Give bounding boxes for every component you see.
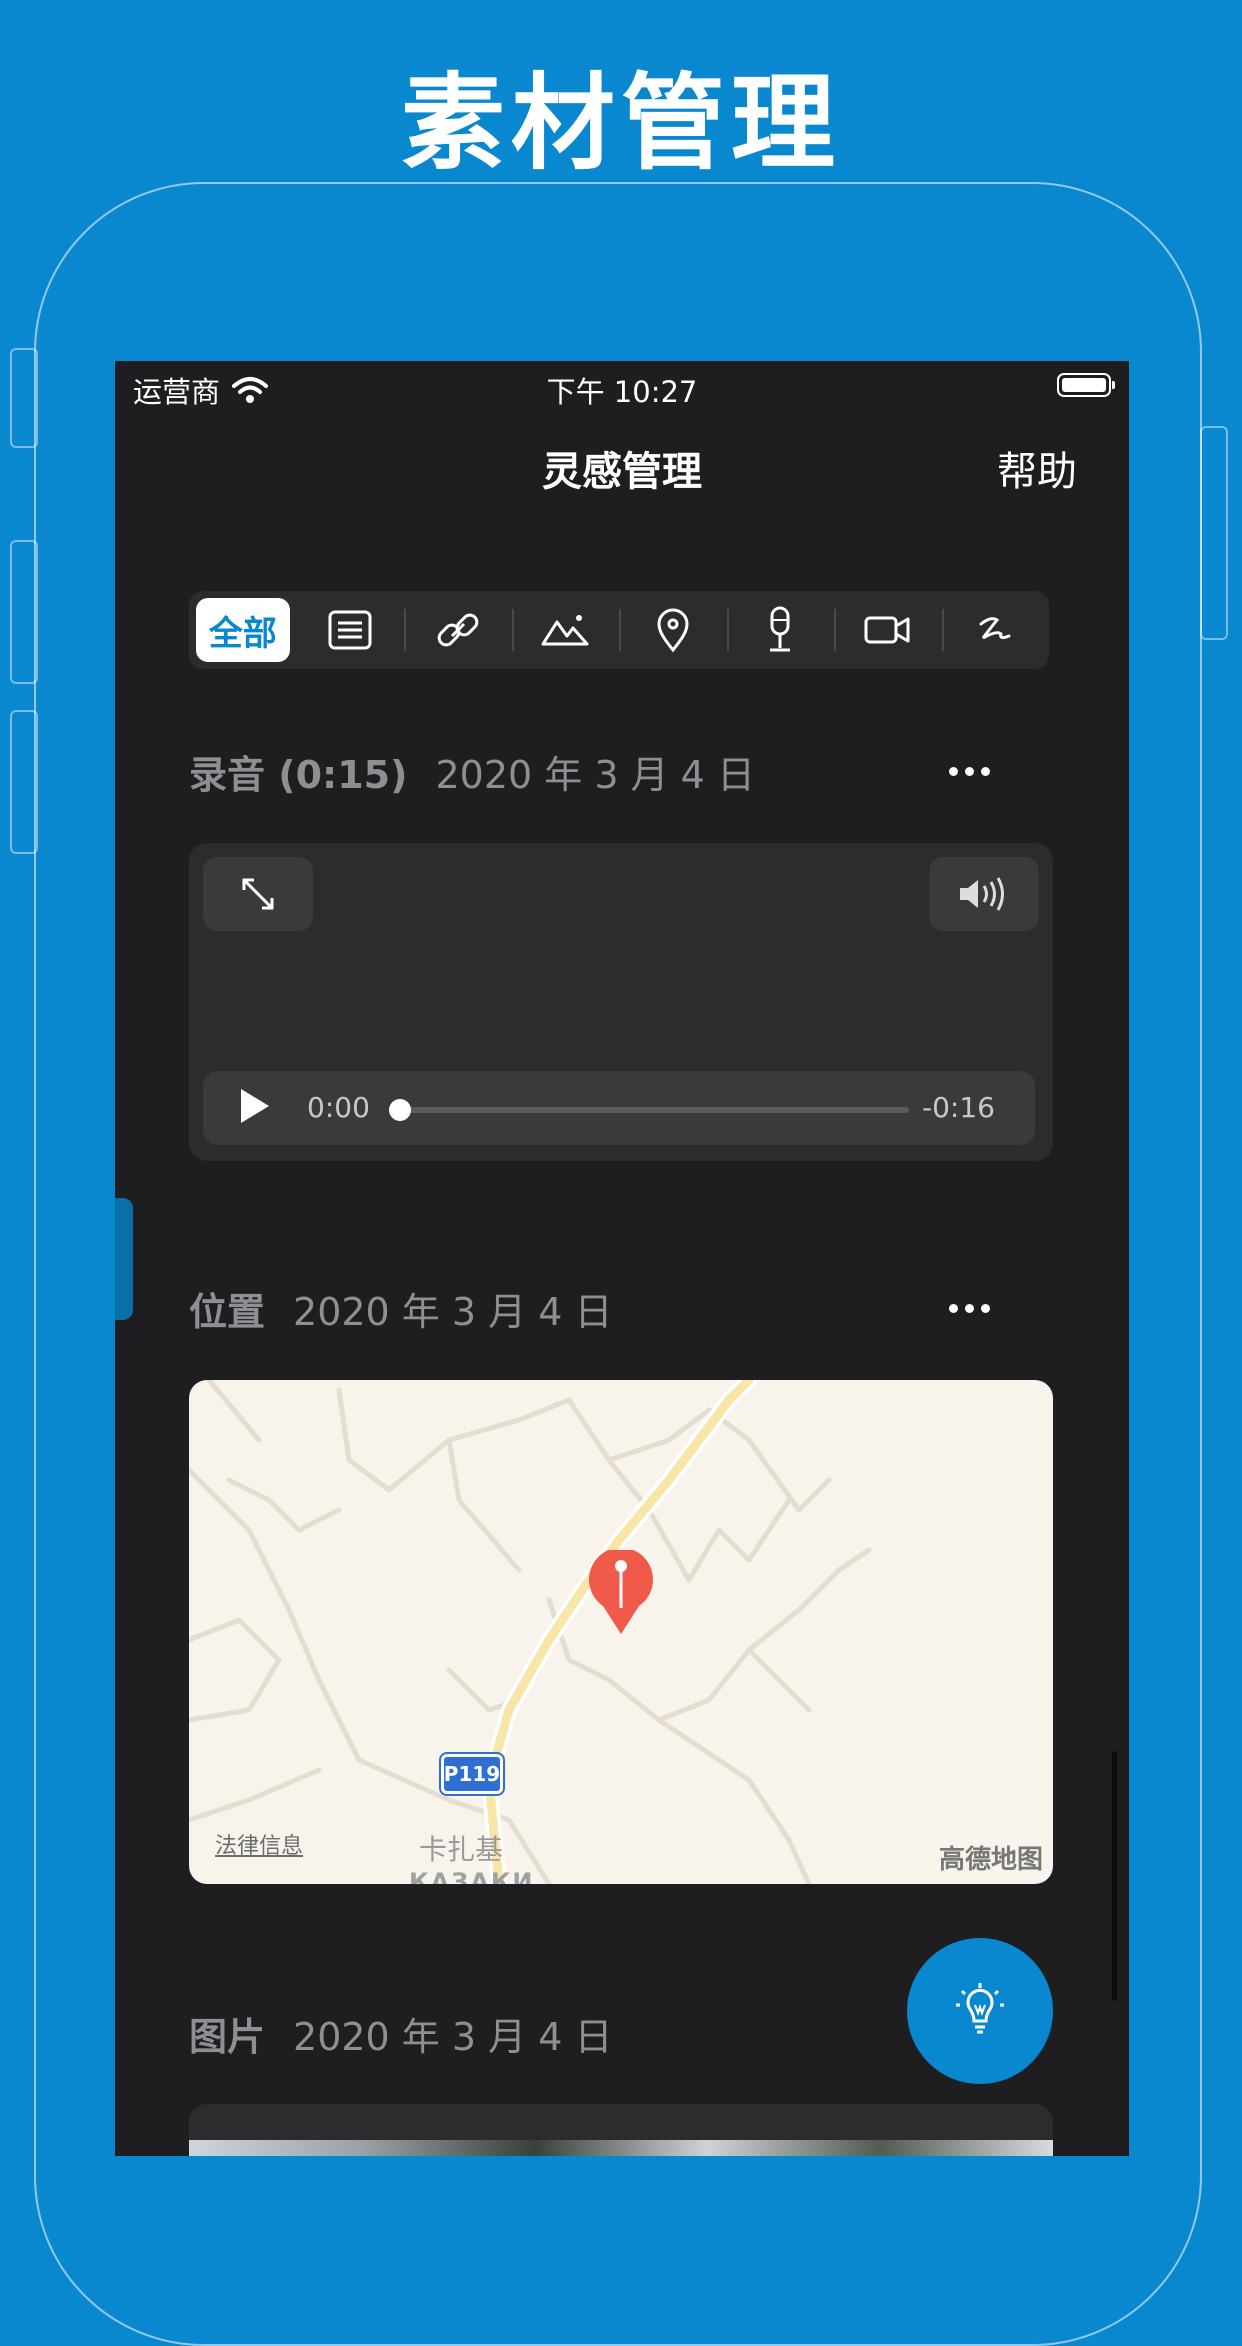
expand-button[interactable] [203, 857, 313, 931]
map-place-label-latin: КАЗАКИ [409, 1868, 535, 1884]
location-date: 2020 年 3 月 4 日 [293, 1289, 613, 1334]
filter-audio[interactable] [726, 591, 835, 669]
volume-button[interactable] [929, 857, 1039, 931]
filter-all-label: 全部 [195, 598, 290, 662]
location-more-button[interactable] [939, 1288, 999, 1328]
play-icon[interactable] [241, 1089, 269, 1123]
app-screen: 运营商 下午 10:27 灵感管理 帮助 全部 录音 (0:15) 2020 年… [115, 361, 1129, 2156]
audio-more-button[interactable] [939, 751, 999, 791]
more-dot [964, 1303, 974, 1313]
inspiration-fab-button[interactable] [907, 1938, 1053, 2084]
audio-kind: 录音 (0:15) [189, 752, 408, 797]
side-button [1200, 426, 1228, 640]
elapsed-time: 0:00 [307, 1091, 370, 1124]
filter-video[interactable] [834, 591, 942, 669]
expand-icon [242, 878, 274, 910]
status-bar: 运营商 下午 10:27 [115, 361, 1129, 411]
image-kind: 图片 [189, 2014, 266, 2059]
filter-segmented-control: 全部 [189, 591, 1049, 669]
audio-player: 0:00 -0:16 [203, 1071, 1035, 1145]
filter-image[interactable] [511, 591, 620, 669]
side-tab [115, 1198, 133, 1320]
more-dot [948, 766, 958, 776]
filter-link[interactable] [404, 591, 512, 669]
link-icon [437, 613, 479, 647]
filter-all[interactable]: 全部 [189, 591, 297, 669]
audio-date: 2020 年 3 月 4 日 [435, 752, 755, 797]
status-time: 下午 10:27 [546, 375, 698, 409]
location-kind: 位置 [189, 1289, 266, 1334]
filter-location[interactable] [619, 591, 727, 669]
video-camera-icon [864, 616, 910, 644]
more-dot [948, 1303, 958, 1313]
promo-title: 素材管理 [400, 62, 841, 184]
image-section-header: 图片 2020 年 3 月 4 日 [189, 2003, 612, 2063]
audio-card: 0:00 -0:16 [189, 843, 1053, 1161]
text-icon [328, 610, 372, 650]
map-view[interactable]: P119 卡扎基 КАЗАКИ 法律信息 高德地图 [189, 1380, 1053, 1884]
map-legal-link[interactable]: 法律信息 [215, 1828, 303, 1860]
image-thumbnail [189, 2140, 1053, 2156]
filter-text[interactable] [297, 591, 405, 669]
progress-knob[interactable] [389, 1099, 411, 1121]
more-dot [980, 766, 990, 776]
speaker-icon [960, 877, 1004, 911]
microphone-icon [770, 606, 791, 652]
side-button [10, 540, 38, 684]
filter-sketch[interactable] [941, 591, 1050, 669]
map-provider-logo: 高德地图 [938, 1845, 1043, 1875]
side-button [10, 710, 38, 854]
page-title: 灵感管理 [542, 449, 702, 495]
audio-section-header: 录音 (0:15) 2020 年 3 月 4 日 [189, 741, 755, 801]
more-dot [980, 1303, 990, 1313]
image-date: 2020 年 3 月 4 日 [293, 2014, 613, 2059]
progress-track[interactable] [389, 1099, 909, 1121]
help-button[interactable]: 帮助 [997, 439, 1077, 497]
road-badge: P119 [439, 1752, 505, 1796]
map-place-label: 卡扎基 [419, 1833, 504, 1866]
remaining-time: -0:16 [922, 1091, 995, 1124]
location-pin-icon [657, 608, 689, 653]
lightbulb-icon [956, 1983, 1004, 2034]
image-card[interactable] [189, 2104, 1053, 2156]
scribble-icon [979, 617, 1011, 640]
scroll-indicator [1112, 1751, 1117, 2001]
battery-icon [1057, 373, 1115, 397]
location-pin-marker [589, 1550, 653, 1634]
location-section-header: 位置 2020 年 3 月 4 日 [189, 1278, 612, 1338]
more-dot [964, 766, 974, 776]
side-button [10, 348, 38, 448]
image-icon [541, 615, 589, 646]
